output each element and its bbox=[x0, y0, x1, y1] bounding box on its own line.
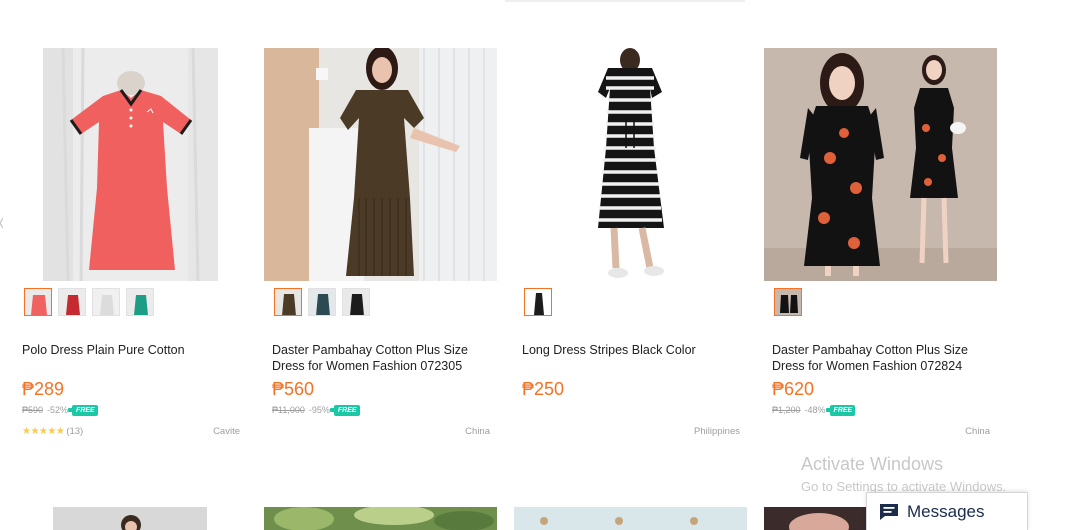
price-meta: ₱11,000 -95% FREE bbox=[272, 404, 360, 416]
product-card[interactable]: Polo Dress Plain Pure Cotton ₱289 ₱590 -… bbox=[22, 48, 252, 448]
discount-percent: -52% bbox=[47, 405, 69, 415]
product-location: Cavite bbox=[213, 426, 240, 437]
color-thumbnail[interactable] bbox=[524, 288, 552, 316]
color-thumbnail[interactable] bbox=[274, 288, 302, 316]
color-thumbnail[interactable] bbox=[92, 288, 120, 316]
discount-percent: -48% bbox=[804, 405, 826, 415]
product-title[interactable]: Long Dress Stripes Black Color bbox=[522, 342, 737, 358]
product-location: Philippines bbox=[694, 426, 740, 437]
color-thumbnail[interactable] bbox=[774, 288, 802, 316]
activation-watermark: Activate Windows Go to Settings to activ… bbox=[801, 454, 1006, 494]
color-thumbnail[interactable] bbox=[308, 288, 336, 316]
product-image[interactable] bbox=[522, 48, 752, 281]
product-image[interactable] bbox=[764, 507, 874, 530]
color-thumbnail[interactable] bbox=[126, 288, 154, 316]
original-price: ₱11,000 bbox=[272, 405, 305, 415]
rating: ★★★★★ (13) bbox=[22, 426, 83, 437]
chat-icon bbox=[880, 503, 898, 520]
free-shipping-badge: FREE bbox=[68, 404, 98, 416]
product-price: ₱250 bbox=[522, 379, 565, 399]
product-card[interactable]: Daster Pambahay Cotton Plus Size Dress f… bbox=[264, 48, 502, 448]
color-thumbnail[interactable] bbox=[24, 288, 52, 316]
product-title[interactable]: Daster Pambahay Cotton Plus Size Dress f… bbox=[272, 342, 487, 374]
product-card[interactable]: Daster Pambahay Cotton Plus Size Dress f… bbox=[764, 48, 1002, 448]
top-divider bbox=[505, 0, 745, 2]
product-image[interactable] bbox=[764, 48, 997, 281]
free-shipping-badge: FREE bbox=[329, 404, 360, 416]
product-image[interactable] bbox=[264, 507, 497, 530]
original-price: ₱590 bbox=[22, 405, 44, 415]
thumbnail-strip bbox=[524, 288, 552, 318]
color-thumbnail[interactable] bbox=[342, 288, 370, 316]
product-location: China bbox=[465, 426, 490, 437]
original-price: ₱1,200 bbox=[772, 405, 801, 415]
product-price: ₱289 bbox=[22, 379, 65, 399]
product-image[interactable] bbox=[514, 507, 747, 530]
product-image[interactable] bbox=[43, 48, 218, 281]
product-price: ₱620 bbox=[772, 379, 815, 399]
product-image[interactable] bbox=[264, 48, 497, 281]
product-location: China bbox=[965, 426, 990, 437]
thumbnail-strip bbox=[24, 288, 154, 318]
scroll-edge-mark bbox=[0, 215, 4, 229]
free-shipping-badge: FREE bbox=[825, 404, 856, 416]
thumbnail-strip bbox=[274, 288, 370, 318]
messages-label: Messages bbox=[907, 501, 985, 521]
discount-percent: -95% bbox=[308, 405, 330, 415]
product-card[interactable]: Long Dress Stripes Black Color ₱250 Phil… bbox=[522, 48, 752, 448]
messages-button[interactable]: Messages bbox=[866, 492, 1028, 530]
price-meta: ₱590 -52% FREE bbox=[22, 404, 98, 416]
product-image[interactable] bbox=[53, 507, 207, 530]
color-thumbnail[interactable] bbox=[58, 288, 86, 316]
star-rating-icon: ★★★★★ bbox=[22, 426, 65, 437]
watermark-title: Activate Windows bbox=[801, 454, 944, 474]
product-title[interactable]: Polo Dress Plain Pure Cotton bbox=[22, 342, 237, 358]
product-price: ₱560 bbox=[272, 379, 315, 399]
price-meta: ₱1,200 -48% FREE bbox=[772, 404, 856, 416]
product-title[interactable]: Daster Pambahay Cotton Plus Size Dress f… bbox=[772, 342, 987, 374]
thumbnail-strip bbox=[774, 288, 802, 318]
review-count: (13) bbox=[66, 426, 84, 437]
